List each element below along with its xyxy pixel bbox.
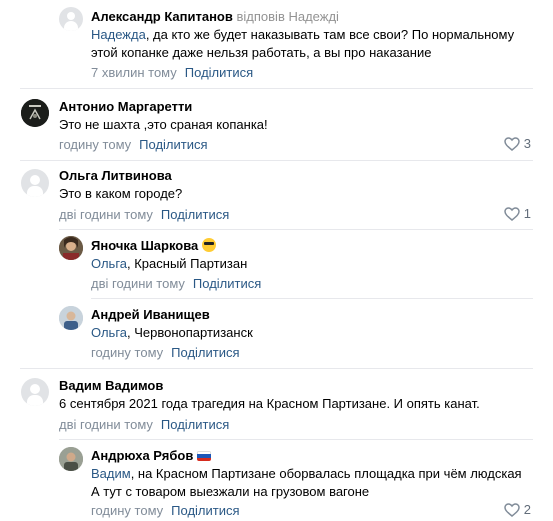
comment-time[interactable]: годину тому: [91, 345, 163, 360]
avatar-placeholder-icon: [30, 384, 40, 394]
comment-author[interactable]: Андрюха Рябов: [91, 448, 212, 463]
avatar[interactable]: [59, 447, 83, 471]
comment-text: Это в каком городе?: [59, 186, 183, 201]
avatar[interactable]: [59, 306, 83, 330]
avatar[interactable]: [21, 169, 49, 197]
comment-meta: годину тому Поділитися: [91, 345, 240, 360]
comment-author[interactable]: Яночка Шаркова: [91, 238, 217, 253]
comment-time[interactable]: годину тому: [91, 503, 163, 518]
divider: [59, 229, 533, 230]
comment-text-line: , Червонопартизанск: [127, 325, 253, 340]
comment-meta: дві години тому Поділитися: [59, 207, 229, 222]
share-button[interactable]: Поділитися: [193, 276, 261, 291]
avatar[interactable]: [59, 236, 83, 260]
share-button[interactable]: Поділитися: [171, 345, 239, 360]
divider: [59, 439, 533, 440]
comment-time[interactable]: дві години тому: [59, 417, 153, 432]
divider: [91, 298, 533, 299]
heart-icon: [504, 502, 520, 517]
comment-text: Ольга, Красный Партизан: [91, 255, 247, 273]
comment-author[interactable]: Андрей Иванищев: [91, 307, 210, 322]
comment-text-line: , на Красном Партизане оборвалась площад…: [130, 466, 522, 481]
author-name[interactable]: Андрюха Рябов: [91, 448, 193, 463]
mention-link[interactable]: Ольга: [91, 325, 127, 340]
comment-text: Ольга, Червонопартизанск: [91, 324, 253, 342]
heart-icon: [504, 136, 520, 151]
sunglasses-emoji-icon: [202, 238, 217, 252]
avatar-logo-icon: [21, 99, 49, 127]
comment-time[interactable]: годину тому: [59, 137, 131, 152]
comment-text-line: этой копанке даже нельзя работать, а вы …: [91, 45, 432, 60]
author-name[interactable]: Яночка Шаркова: [91, 238, 198, 253]
avatar[interactable]: [59, 7, 83, 31]
comment-author[interactable]: Вадим Вадимов: [59, 378, 163, 393]
like-count: 1: [523, 206, 531, 221]
share-button[interactable]: Поділитися: [139, 137, 207, 152]
comment-text-line: , Красный Партизан: [127, 256, 248, 271]
comment-author[interactable]: Ольга Литвинова: [59, 168, 172, 183]
share-button[interactable]: Поділитися: [171, 503, 239, 518]
comment-meta: годину тому Поділитися: [59, 137, 208, 152]
comment-meta: 7 хвилин тому Поділитися: [91, 65, 253, 80]
comment-meta: дві години тому Поділитися: [91, 276, 261, 291]
mention-link[interactable]: Вадим: [91, 466, 131, 481]
comment-text: Вадим, на Красном Партизане оборвалась п…: [91, 465, 522, 483]
avatar-placeholder-icon: [67, 12, 75, 20]
comment-text: Это не шахта ,это сраная копанка!: [59, 117, 268, 132]
mention-link[interactable]: Ольга: [91, 256, 127, 271]
divider: [20, 368, 533, 369]
divider: [20, 88, 533, 89]
comment-text-line: , да кто же будет наказывать там все сво…: [145, 27, 515, 42]
share-button[interactable]: Поділитися: [161, 417, 229, 432]
share-button[interactable]: Поділитися: [161, 207, 229, 222]
comment-time[interactable]: дві години тому: [59, 207, 153, 222]
like-button[interactable]: 1: [504, 206, 531, 221]
comment-text-line: А тут с товаром выезжали на грузовом ваг…: [91, 484, 370, 499]
comment-time[interactable]: 7 хвилин тому: [91, 65, 177, 80]
like-count: 3: [523, 136, 531, 151]
reply-to-label: відповів Надежді: [236, 9, 339, 24]
like-button[interactable]: 3: [504, 136, 531, 151]
heart-icon: [504, 206, 520, 221]
comments-thread: Александр Капитанов відповів Надежді Над…: [0, 0, 553, 521]
comment-meta: дві години тому Поділитися: [59, 417, 229, 432]
share-button[interactable]: Поділитися: [185, 65, 253, 80]
comment-text: 6 сентября 2021 года трагедия на Красном…: [59, 396, 480, 411]
like-button[interactable]: 2: [504, 502, 531, 517]
mention-link[interactable]: Надежда: [91, 27, 146, 42]
russia-flag-icon: [197, 451, 212, 461]
divider: [20, 160, 533, 161]
avatar-photo-icon: [59, 236, 83, 260]
comment-author[interactable]: Александр Капитанов відповів Надежді: [91, 9, 339, 24]
avatar[interactable]: [21, 378, 49, 406]
author-name[interactable]: Александр Капитанов: [91, 9, 233, 24]
avatar-placeholder-icon: [30, 175, 40, 185]
avatar-photo-icon: [59, 447, 83, 471]
comment-author[interactable]: Антонио Маргаретти: [59, 99, 192, 114]
like-count: 2: [523, 502, 531, 517]
comment-meta: годину тому Поділитися: [91, 503, 240, 518]
comment-time[interactable]: дві години тому: [91, 276, 185, 291]
avatar[interactable]: [21, 99, 49, 127]
comment-text: Надежда, да кто же будет наказывать там …: [91, 26, 514, 44]
avatar-photo-icon: [59, 306, 83, 330]
